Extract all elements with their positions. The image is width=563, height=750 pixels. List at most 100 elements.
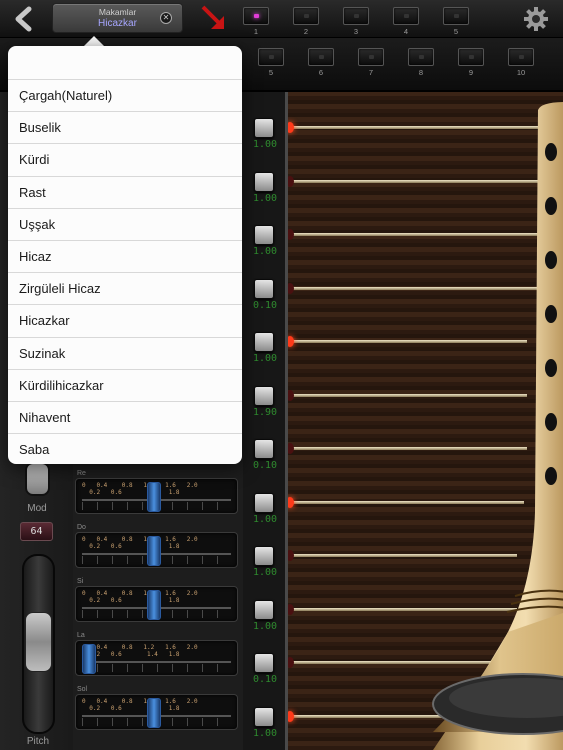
scale-labels-bottom: 0.2 0.6 1.4 1.8 [82,597,180,604]
slider-thumb[interactable] [146,698,161,728]
note-slider-row: La 0 0.4 0.8 1.2 1.6 2.0 0.2 0.6 1.4 1.8 [75,632,240,680]
dropdown-item[interactable]: Hicazkar [8,304,242,336]
preset-button[interactable] [308,48,334,66]
note-label: Sol [77,686,88,693]
slider-line [82,661,231,663]
note-slider[interactable]: 0 0.4 0.8 1.2 1.6 2.0 0.2 0.6 1.4 1.8 [75,586,238,622]
note-slider-row: Si 0 0.4 0.8 1.2 1.6 2.0 0.2 0.6 1.4 1.8 [75,578,240,626]
preset-led [304,14,309,18]
mod-wheel[interactable] [25,462,50,496]
top-bar: Makamlar Hicazkar ✕ 1 2 3 4 5 [0,0,563,38]
string-toggle-button[interactable] [254,439,274,459]
note-slider-row: Re 0 0.4 0.8 1.2 1.6 2.0 0.2 0.6 1.4 1.8 [75,470,240,518]
dropdown-item[interactable]: Kürdilihicazkar [8,368,242,401]
slider-thumb[interactable] [146,590,161,620]
note-slider-row: Do 0 0.4 0.8 1.2 1.6 2.0 0.2 0.6 1.4 1.8 [75,524,240,572]
dropdown-item[interactable]: Zirgüleli Hicaz [8,272,242,304]
string-toggle-button[interactable] [254,118,274,138]
string-peg-indicator [288,122,294,133]
string-tuning-value: 0.10 [252,299,278,311]
preset-button[interactable] [443,7,469,25]
preset-button[interactable] [508,48,534,66]
slider-thumb[interactable] [146,482,161,512]
clear-icon[interactable]: ✕ [160,12,172,24]
preset-button[interactable] [458,48,484,66]
slider-ticks [82,664,231,672]
preset-led [319,55,324,59]
preset-number: 7 [368,68,374,77]
preset-button[interactable] [258,48,284,66]
back-arrow-icon[interactable] [10,6,38,32]
slider-thumb[interactable] [82,644,97,674]
string-toggle-button[interactable] [254,546,274,566]
note-slider[interactable]: 0 0.4 0.8 1.2 1.6 2.0 0.2 0.6 1.4 1.8 [75,694,238,730]
preset-number: 10 [516,68,526,77]
dropdown-item[interactable]: Suzinak [8,336,242,369]
note-slider[interactable]: 0 0.4 0.8 1.2 1.6 2.0 0.2 0.6 1.4 1.8 [75,640,238,676]
slider-thumb[interactable] [146,536,161,566]
string-tuning-value: 1.00 [252,139,278,150]
dropdown-item[interactable]: Rast [8,175,242,208]
string-toggle-button[interactable] [254,492,274,513]
string-peg-indicator [288,282,294,294]
scale-labels-top: 0 0.4 0.8 1.2 1.6 2.0 [82,536,198,543]
dropdown-item[interactable]: Saba [8,433,242,465]
scale-labels-top: 0 0.4 0.8 1.2 1.6 2.0 [82,698,198,705]
dropdown-item[interactable]: Kürdi [8,143,242,175]
string-toggle-button[interactable] [254,332,274,352]
note-slider-row: Sol 0 0.4 0.8 1.2 1.6 2.0 0.2 0.6 1.4 1.8 [75,686,240,734]
preset-button[interactable] [293,7,319,25]
scale-labels-top: 0 0.4 0.8 1.2 1.6 2.0 [82,644,198,651]
preset-led [519,55,524,59]
string-button-column: 1.00 1.00 1.00 0.10 1.00 1.90 0.10 1.00 1.00 1.00… [243,92,285,750]
dropdown-item[interactable]: Çargah(Naturel) [8,79,242,111]
string-toggle-button[interactable] [254,653,274,673]
preset-led [419,55,424,59]
string-peg-indicator [288,389,294,401]
string-peg-indicator [288,550,294,561]
preset-button[interactable] [243,7,269,25]
pitch-label: Pitch [26,736,50,747]
string-peg-indicator [288,496,294,508]
string-peg-indicator [288,603,294,615]
string-tuning-value: 1.00 [252,192,278,204]
pitch-wheel-knob[interactable] [25,612,52,672]
mod-label: Mod [27,503,47,514]
instrument-panel[interactable] [285,92,563,750]
dropdown-caret [84,36,104,46]
scale-labels-bottom: 0.2 0.6 1.4 1.8 [82,543,180,550]
preset-number: 1 [253,27,259,36]
preset-button[interactable] [358,48,384,66]
dropdown-item[interactable]: Buselik [8,111,242,143]
string-toggle-button[interactable] [254,706,274,727]
string-peg-indicator [288,175,294,187]
dropdown-item[interactable]: Hicaz [8,240,242,272]
dropdown-item[interactable]: Nihavent [8,401,242,433]
string-toggle-button[interactable] [254,225,274,245]
string-peg-indicator [288,229,294,240]
makam-selector[interactable]: Makamlar Hicazkar ✕ [52,3,183,33]
string-toggle-button[interactable] [254,278,274,299]
preset-led [369,55,374,59]
string-tuning-value: 1.00 [252,513,278,525]
note-slider[interactable]: 0 0.4 0.8 1.2 1.6 2.0 0.2 0.6 1.4 1.8 [75,532,238,568]
scale-labels-top: 0 0.4 0.8 1.2 1.6 2.0 [82,590,198,597]
string-toggle-button[interactable] [254,171,274,192]
scale-labels-bottom: 0.2 0.6 1.4 1.8 [82,651,180,658]
preset-led [269,55,274,59]
preset-led [254,14,259,18]
preset-button[interactable] [408,48,434,66]
note-slider[interactable]: 0 0.4 0.8 1.2 1.6 2.0 0.2 0.6 1.4 1.8 [75,478,238,514]
preset-button[interactable] [393,7,419,25]
scale-labels-top: 0 0.4 0.8 1.2 1.6 2.0 [82,482,198,489]
preset-number: 5 [268,68,274,77]
string-toggle-button[interactable] [254,385,274,406]
preset-led [469,55,474,59]
dropdown-item[interactable]: Uşşak [8,207,242,240]
preset-button[interactable] [343,7,369,25]
preset-number: 9 [468,68,474,77]
string-tuning-value: 0.10 [252,460,278,471]
note-label: Si [77,578,84,585]
gear-icon[interactable] [523,6,549,32]
string-toggle-button[interactable] [254,599,274,620]
